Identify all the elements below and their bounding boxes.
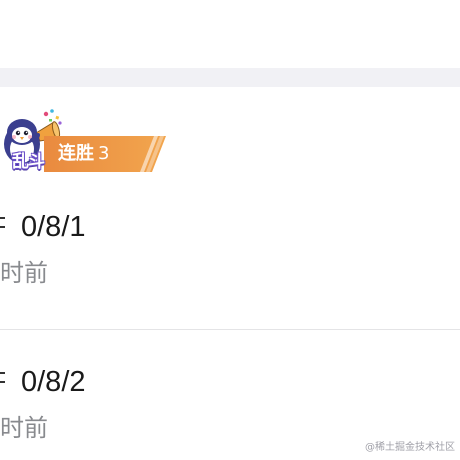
- row-divider: [0, 329, 460, 330]
- row-edge-mark: [0, 217, 5, 219]
- streak-label: 连胜: [58, 143, 94, 164]
- row-edge-mark: [0, 381, 5, 383]
- watermark: @稀土掘金技术社区: [365, 442, 455, 453]
- kda-score: 0/8/2: [21, 366, 86, 398]
- match-time-text: 时前: [0, 414, 48, 442]
- match-time: 时前: [0, 410, 48, 446]
- streak-text: 连胜 3: [58, 142, 109, 166]
- kda-score: 0/8/1: [21, 211, 86, 243]
- row-edge-mark: [0, 372, 5, 374]
- match-time-text: 时前: [0, 259, 48, 287]
- win-streak-badge: 连胜 3: [44, 136, 170, 172]
- match-history-page: 连胜 3 乱斗 0/8/1 时前 0/8/2 时前 @稀土掘金技术社区: [0, 0, 460, 460]
- streak-count: 3: [98, 143, 110, 164]
- section-separator-band: [0, 68, 460, 87]
- row-edge-mark: [0, 226, 5, 228]
- match-row[interactable]: 0/8/1 时前: [0, 195, 460, 315]
- match-time: 时前: [0, 255, 48, 291]
- game-mode-label: 乱斗: [12, 152, 45, 172]
- match-row[interactable]: 0/8/2 时前: [0, 350, 460, 450]
